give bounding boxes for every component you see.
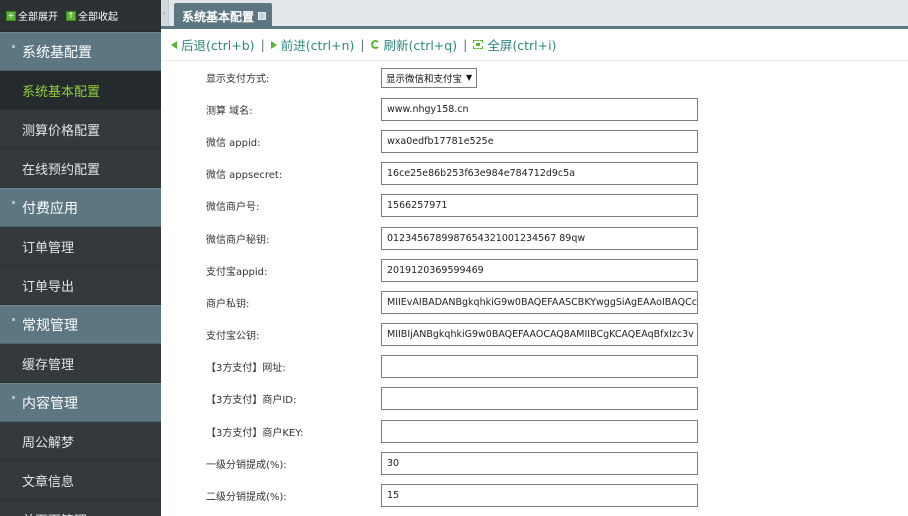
payment-mode-row: 显示支付方式: 显示微信和支付宝 ▼ xyxy=(161,61,908,93)
field-label: 【3方支付】商户ID: xyxy=(206,395,297,407)
field-label: 微信 appsecret: xyxy=(206,170,283,182)
text-field[interactable]: MIIBIjANBgkqhkiG9w0BAQEFAAOCAQ8AMIIBCgKC… xyxy=(381,323,698,347)
field-label: 商户私钥: xyxy=(206,298,250,310)
text-field[interactable]: MIIEvAIBADANBgkqhkiG9w0BAQEFAASCBKYwggSi… xyxy=(381,290,698,314)
form-row: 【3方支付】商户ID: xyxy=(161,383,908,415)
payment-mode-select[interactable]: 显示微信和支付宝 ▼ xyxy=(381,67,478,88)
form-row: 微信 appid: wxa0edfb17781e525e xyxy=(161,125,908,157)
nav-item[interactable]: 系统基本配置 xyxy=(0,71,161,110)
fullscreen-label: 全屏(ctrl+i) xyxy=(487,38,557,53)
text-field[interactable]: 30 xyxy=(381,451,698,475)
main-panel: ‹ 系统基本配置 后退(ctrl+b) | 前进(ctrl+n) | 刷新(ct… xyxy=(161,0,908,516)
text-field[interactable]: wxa0edfb17781e525e xyxy=(381,129,698,153)
action-bar: 后退(ctrl+b) | 前进(ctrl+n) | 刷新(ctrl+q) | 全… xyxy=(161,29,908,61)
nav-group[interactable]: 常规管理 xyxy=(0,305,161,344)
text-field[interactable]: 1566257971 xyxy=(381,194,698,218)
app-window: + 全部展开 ↑ 全部收起 系统基配置 系统基本配置 测算价格配置 在线预约配置 付费应… xyxy=(0,0,908,516)
refresh-button[interactable]: 刷新(ctrl+q) xyxy=(370,35,458,54)
field-label: 【3方支付】网址: xyxy=(206,363,286,375)
sidebar-toolbar: + 全部展开 ↑ 全部收起 xyxy=(0,0,161,32)
expand-all-label: 全部展开 xyxy=(18,12,58,23)
nav-group[interactable]: 内容管理 xyxy=(0,383,161,422)
nav-item[interactable]: 缓存管理 xyxy=(0,344,161,383)
field-list: 测算 域名: www.nhgy158.cn 微信 appid: wxa0edfb177… xyxy=(161,93,908,511)
expand-all-button[interactable]: + 全部展开 xyxy=(6,8,58,23)
text-field[interactable]: www.nhgy158.cn xyxy=(381,97,698,121)
back-label: 后退(ctrl+b) xyxy=(181,38,255,53)
field-label: 微信商户号: xyxy=(206,202,260,214)
collapse-icon: ↑ xyxy=(66,10,76,21)
back-button[interactable]: 后退(ctrl+b) xyxy=(171,35,255,54)
text-field[interactable] xyxy=(381,355,698,379)
form-row: 微信 appsecret: 16ce25e86b253f63e984e784712… xyxy=(161,158,908,190)
nav-item[interactable]: 订单管理 xyxy=(0,227,161,266)
tab-bar: ‹ 系统基本配置 xyxy=(161,0,908,29)
field-label: 微信 appid: xyxy=(206,137,261,149)
text-field[interactable]: 16ce25e86b253f63e984e784712d9c5a xyxy=(381,162,698,186)
forward-button[interactable]: 前进(ctrl+n) xyxy=(270,35,355,54)
fullscreen-button[interactable]: 全屏(ctrl+i) xyxy=(473,35,556,54)
expand-icon: + xyxy=(6,10,16,21)
form-row: 微信商户秘钥: 0123456789987654321001234567 89qw xyxy=(161,222,908,254)
dropdown-caret-icon: ▼ xyxy=(466,73,473,83)
field-label: 【3方支付】商户KEY: xyxy=(206,427,304,439)
separator: | xyxy=(463,37,468,52)
close-icon[interactable] xyxy=(258,12,267,20)
payment-mode-value: 显示微信和支付宝 xyxy=(386,73,463,85)
text-field[interactable] xyxy=(381,419,698,443)
text-field[interactable]: 2019120369599469 xyxy=(381,258,698,282)
text-field[interactable]: 15 xyxy=(381,484,698,508)
nav-group[interactable]: 系统基配置 xyxy=(0,32,161,71)
nav-item[interactable]: 测算价格配置 xyxy=(0,110,161,149)
payment-mode-label: 显示支付方式: xyxy=(206,73,270,85)
sidebar: + 全部展开 ↑ 全部收起 系统基配置 系统基本配置 测算价格配置 在线预约配置 付费应… xyxy=(0,0,161,516)
form-row: 【3方支付】网址: xyxy=(161,351,908,383)
collapse-all-label: 全部收起 xyxy=(78,12,118,23)
refresh-label: 刷新(ctrl+q) xyxy=(383,38,458,53)
field-label: 微信商户秘钥: xyxy=(206,234,270,246)
fullscreen-icon xyxy=(473,40,484,49)
nav-item[interactable]: 周公解梦 xyxy=(0,422,161,461)
collapse-all-button[interactable]: ↑ 全部收起 xyxy=(66,8,118,23)
text-field[interactable]: 0123456789987654321001234567 89qw xyxy=(381,226,698,250)
back-arrow-icon xyxy=(171,40,177,49)
field-label: 一级分销提成(%): xyxy=(206,459,287,471)
field-label: 支付宝公钥: xyxy=(206,331,260,343)
form-row: 【3方支付】商户KEY: xyxy=(161,415,908,447)
separator: | xyxy=(360,37,365,52)
nav-item[interactable]: 在线预约配置 xyxy=(0,149,161,188)
tab-system-config[interactable]: 系统基本配置 xyxy=(174,3,273,29)
sidebar-nav: 系统基配置 系统基本配置 测算价格配置 在线预约配置 付费应用 订单管理 订单导出 常规管理缓… xyxy=(0,32,161,516)
config-form: 显示支付方式: 显示微信和支付宝 ▼ 测算 域名: www.nhgy158.cn 微… xyxy=(161,61,908,512)
field-label: 支付宝appid: xyxy=(206,266,268,278)
text-field[interactable] xyxy=(381,387,698,411)
refresh-icon xyxy=(370,40,380,49)
form-row: 支付宝appid: 2019120369599469 xyxy=(161,254,908,286)
form-row: 测算 域名: www.nhgy158.cn xyxy=(161,93,908,125)
form-row: 商户私钥: MIIEvAIBADANBgkqhkiG9w0BAQEFAASCBKY… xyxy=(161,286,908,318)
form-row: 二级分销提成(%): 15 xyxy=(161,479,908,511)
forward-arrow-icon xyxy=(270,40,277,49)
tab-scroll-left-button[interactable]: ‹ xyxy=(161,0,169,26)
field-label: 测算 域名: xyxy=(206,105,253,117)
nav-item[interactable]: 订单导出 xyxy=(0,266,161,305)
nav-item[interactable]: 单页面管理 xyxy=(0,500,161,516)
forward-label: 前进(ctrl+n) xyxy=(280,38,355,53)
tab-label: 系统基本配置 xyxy=(182,9,255,24)
nav-item[interactable]: 文章信息 xyxy=(0,461,161,500)
form-row: 一级分销提成(%): 30 xyxy=(161,447,908,479)
form-row: 微信商户号: 1566257971 xyxy=(161,190,908,222)
nav-group[interactable]: 付费应用 xyxy=(0,188,161,227)
form-row: 支付宝公钥: MIIBIjANBgkqhkiG9w0BAQEFAAOCAQ8AMI… xyxy=(161,319,908,351)
field-label: 二级分销提成(%): xyxy=(206,492,287,504)
separator: | xyxy=(260,37,265,52)
